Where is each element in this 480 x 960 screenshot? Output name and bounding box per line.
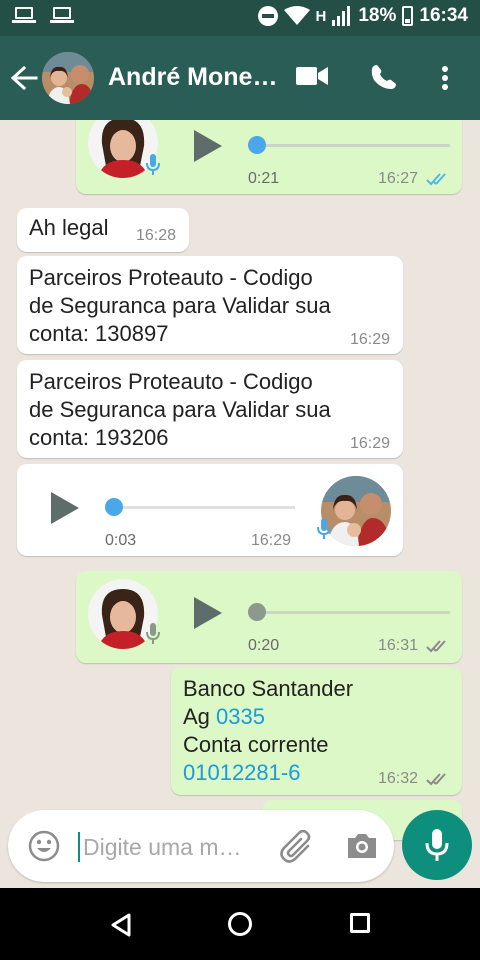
message-line: Conta corrente xyxy=(183,732,329,757)
double-check-read-icon xyxy=(426,173,446,186)
sender-avatar xyxy=(321,476,391,546)
message-line: Ag 0335 xyxy=(183,703,353,731)
nav-back-icon[interactable] xyxy=(110,913,132,937)
voice-message-incoming[interactable]: 0:03 16:29 xyxy=(17,464,403,556)
audio-progress-knob[interactable] xyxy=(248,603,266,621)
message-incoming[interactable]: Parceiros Proteauto - Codigo de Seguranc… xyxy=(17,256,403,354)
video-camera-icon[interactable] xyxy=(296,64,328,88)
nav-recents-icon[interactable] xyxy=(350,913,370,933)
message-line: Parceiros Proteauto - Codigo xyxy=(29,265,313,290)
message-time: 16:28 xyxy=(136,227,177,244)
account-number-link[interactable]: 01012281-6 xyxy=(183,759,353,787)
contact-name[interactable]: André Mone… xyxy=(108,63,277,92)
microphone-icon xyxy=(425,829,449,861)
battery-icon xyxy=(402,6,414,26)
voice-duration: 0:03 xyxy=(105,532,137,549)
status-bar: H 18% 16:34 xyxy=(0,0,480,36)
message-line: conta: 193206 xyxy=(29,425,169,450)
message-input[interactable]: Digite uma m… xyxy=(83,834,241,861)
message-input-bar[interactable]: Digite uma m… xyxy=(8,810,394,882)
network-type-label: H xyxy=(315,7,327,25)
message-time: 16:29 xyxy=(350,435,391,452)
audio-progress-knob[interactable] xyxy=(248,136,266,154)
microphone-icon xyxy=(146,623,160,644)
more-vert-icon[interactable] xyxy=(441,65,449,91)
message-incoming[interactable]: Ah legal 16:28 xyxy=(17,208,189,252)
clock: 16:34 xyxy=(419,5,468,26)
system-nav-bar xyxy=(0,888,480,960)
voice-message-outgoing[interactable]: 0:20 16:31 xyxy=(76,571,462,663)
microphone-icon xyxy=(146,154,160,175)
message-text: Banco Santander Ag 0335 Conta corrente 0… xyxy=(183,675,353,787)
audio-progress-knob[interactable] xyxy=(105,498,123,516)
message-time: 16:32 xyxy=(378,770,419,787)
message-line: de Seguranca para Validar sua xyxy=(29,293,331,318)
voice-duration: 0:21 xyxy=(248,170,280,187)
message-text: Parceiros Proteauto - Codigo de Seguranc… xyxy=(29,264,331,348)
message-time: 16:31 xyxy=(378,637,419,654)
chat-area[interactable]: 0:21 16:27 Ah legal 16:28 Parceiros Prot… xyxy=(0,120,480,888)
contact-avatar[interactable] xyxy=(42,52,94,104)
camera-icon[interactable] xyxy=(346,832,378,860)
audio-progress-track[interactable] xyxy=(105,506,295,509)
audio-progress-track[interactable] xyxy=(248,144,450,147)
arrow-left-icon[interactable] xyxy=(10,63,38,93)
message-incoming[interactable]: Parceiros Proteauto - Codigo de Seguranc… xyxy=(17,360,403,458)
phone-icon[interactable] xyxy=(371,64,397,90)
message-text: Parceiros Proteauto - Codigo de Seguranc… xyxy=(29,368,331,452)
message-time: 16:29 xyxy=(251,532,292,549)
message-text: Ah legal xyxy=(29,215,109,240)
message-line-prefix: Ag xyxy=(183,704,217,729)
paperclip-icon[interactable] xyxy=(280,830,314,864)
do-not-disturb-icon xyxy=(257,6,278,26)
play-icon[interactable] xyxy=(194,130,222,162)
signal-icon xyxy=(332,6,351,26)
audio-progress-track[interactable] xyxy=(248,611,450,614)
message-line: Banco Santander xyxy=(183,676,354,701)
laptop-icon xyxy=(12,6,36,24)
laptop-icon xyxy=(50,6,74,24)
message-line: Parceiros Proteauto - Codigo xyxy=(29,369,313,394)
voice-duration: 0:20 xyxy=(248,637,280,654)
text-cursor xyxy=(78,832,80,862)
message-time: 16:27 xyxy=(378,170,419,187)
voice-message-outgoing[interactable]: 0:21 16:27 xyxy=(76,120,462,194)
message-time: 16:29 xyxy=(350,331,391,348)
play-icon[interactable] xyxy=(51,492,79,524)
wifi-icon xyxy=(283,6,310,25)
message-outgoing[interactable]: Banco Santander Ag 0335 Conta corrente 0… xyxy=(171,667,462,795)
double-check-icon xyxy=(426,640,446,653)
agency-number-link[interactable]: 0335 xyxy=(216,704,265,729)
chat-header: André Mone… xyxy=(0,36,480,120)
double-check-icon xyxy=(426,773,446,786)
microphone-icon xyxy=(317,518,331,539)
smiley-icon[interactable] xyxy=(28,830,60,862)
voice-record-button[interactable] xyxy=(402,810,472,880)
message-line: de Seguranca para Validar sua xyxy=(29,397,331,422)
play-icon[interactable] xyxy=(194,597,222,629)
nav-home-icon[interactable] xyxy=(228,912,252,936)
message-line: conta: 130897 xyxy=(29,321,169,346)
battery-percent: 18% xyxy=(358,5,397,26)
